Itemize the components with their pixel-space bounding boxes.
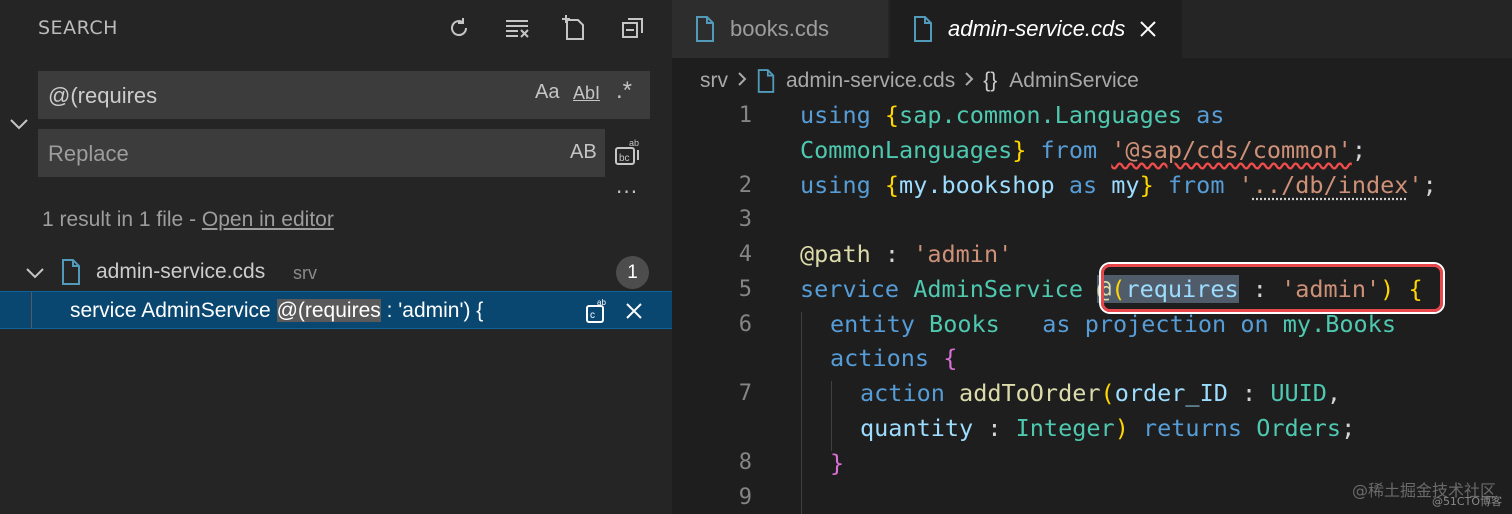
tab-label: admin-service.cds [948,16,1126,41]
line-number: 4 [738,242,752,267]
match-text-after: : 'admin') { [380,299,484,322]
match-case-toggle[interactable]: Aa [535,81,559,104]
svg-text:ab: ab [597,298,606,307]
search-sidebar: SEARCH @(requires Aa AbI .* Replace AB b… [0,0,672,514]
result-match-row[interactable]: service AdminService @(requires : 'admin… [0,291,672,329]
line-number: 7 [738,381,752,406]
result-count-badge: 1 [616,256,649,289]
code-line-1b: CommonLanguages} from '@sap/cds/common'; [800,136,1366,164]
tree-indent-guide [31,292,32,328]
file-icon [60,258,82,290]
toggle-replace-chevron-icon[interactable] [8,113,30,135]
chevron-right-icon [736,69,748,93]
preserve-case-toggle[interactable]: AB [570,141,597,164]
replace-match-icon[interactable]: c ab [584,297,612,325]
tab-bar: books.cds admin-service.cds [672,0,1512,58]
tab-admin-service-cds[interactable]: admin-service.cds [890,0,1182,58]
annotation-highlight-box [1101,264,1443,312]
replace-placeholder: Replace [48,141,129,166]
line-number: 3 [738,207,752,232]
results-summary: 1 result in 1 file - Open in editor [42,208,334,232]
code-line-7a: action addToOrder(order_ID : UUID, [860,379,1342,407]
refresh-icon[interactable] [430,10,488,46]
more-options-icon[interactable]: ··· [616,180,638,204]
code-line-6a: entity Books as projection on my.Books [830,310,1396,338]
code-line-7b: quantity : Integer) returns Orders; [860,414,1356,442]
match-text-before: service AdminService [70,299,277,322]
breadcrumb-folder[interactable]: srv [700,69,728,93]
replace-all-icon[interactable]: bc ab [614,136,644,168]
indent-guide [801,312,802,514]
match-text-highlight: @(requires [276,299,381,322]
line-number: 2 [738,173,752,198]
dismiss-match-icon[interactable] [620,297,648,325]
svg-text:ab: ab [629,138,639,148]
line-number: 6 [738,312,752,337]
code-line-1a: using {sap.common.Languages as [800,101,1225,129]
code-line-2: using {my.bookshop as my} from '../db/in… [800,171,1437,199]
search-input-value: @(requires [48,83,158,108]
collapse-all-icon[interactable] [604,10,662,46]
breadcrumb-file[interactable]: admin-service.cds [786,69,955,93]
match-whole-word-toggle[interactable]: AbI [573,83,600,104]
indent-guide [831,381,832,451]
namespace-icon: {} [983,69,998,92]
chevron-down-icon[interactable] [24,262,46,288]
use-regex-toggle[interactable]: .* [616,77,632,105]
result-file-name: admin-service.cds [96,260,266,283]
match-preview: service AdminService @(requires : 'admin… [70,299,483,323]
code-line-6b: actions { [830,344,958,372]
breadcrumb-symbol[interactable]: AdminService [1009,69,1139,93]
file-icon [756,68,776,94]
results-summary-text: 1 result in 1 file - [42,208,202,231]
code-line-4: @path : 'admin' [800,240,1013,268]
result-file-row[interactable]: admin-service.cds srv 1 [0,254,672,290]
clear-results-icon[interactable] [488,10,546,46]
open-in-editor-link[interactable]: Open in editor [202,208,334,231]
chevron-right-icon [963,69,975,93]
code-line-8: } [830,449,845,477]
breadcrumb: srv admin-service.cds {} AdminService [700,68,1139,94]
line-number: 1 [738,103,752,128]
sidebar-actions [430,10,662,46]
close-icon[interactable] [1137,18,1159,40]
svg-text:bc: bc [619,153,630,164]
line-number: 5 [738,277,752,302]
line-number: 9 [738,485,752,510]
result-file-path: srv [293,263,317,283]
replace-input[interactable]: Replace AB [38,129,605,177]
new-search-editor-icon[interactable] [546,10,604,46]
search-input[interactable]: @(requires Aa AbI .* [38,71,650,119]
file-icon [912,15,934,43]
line-number: 8 [738,450,752,475]
tab-books-cds[interactable]: books.cds [672,0,888,58]
tab-label: books.cds [730,16,830,41]
sidebar-title: SEARCH [38,17,118,39]
file-icon [694,15,716,43]
svg-text:c: c [590,310,595,321]
watermark-text-secondary: @51CTO博客 [1431,495,1502,508]
